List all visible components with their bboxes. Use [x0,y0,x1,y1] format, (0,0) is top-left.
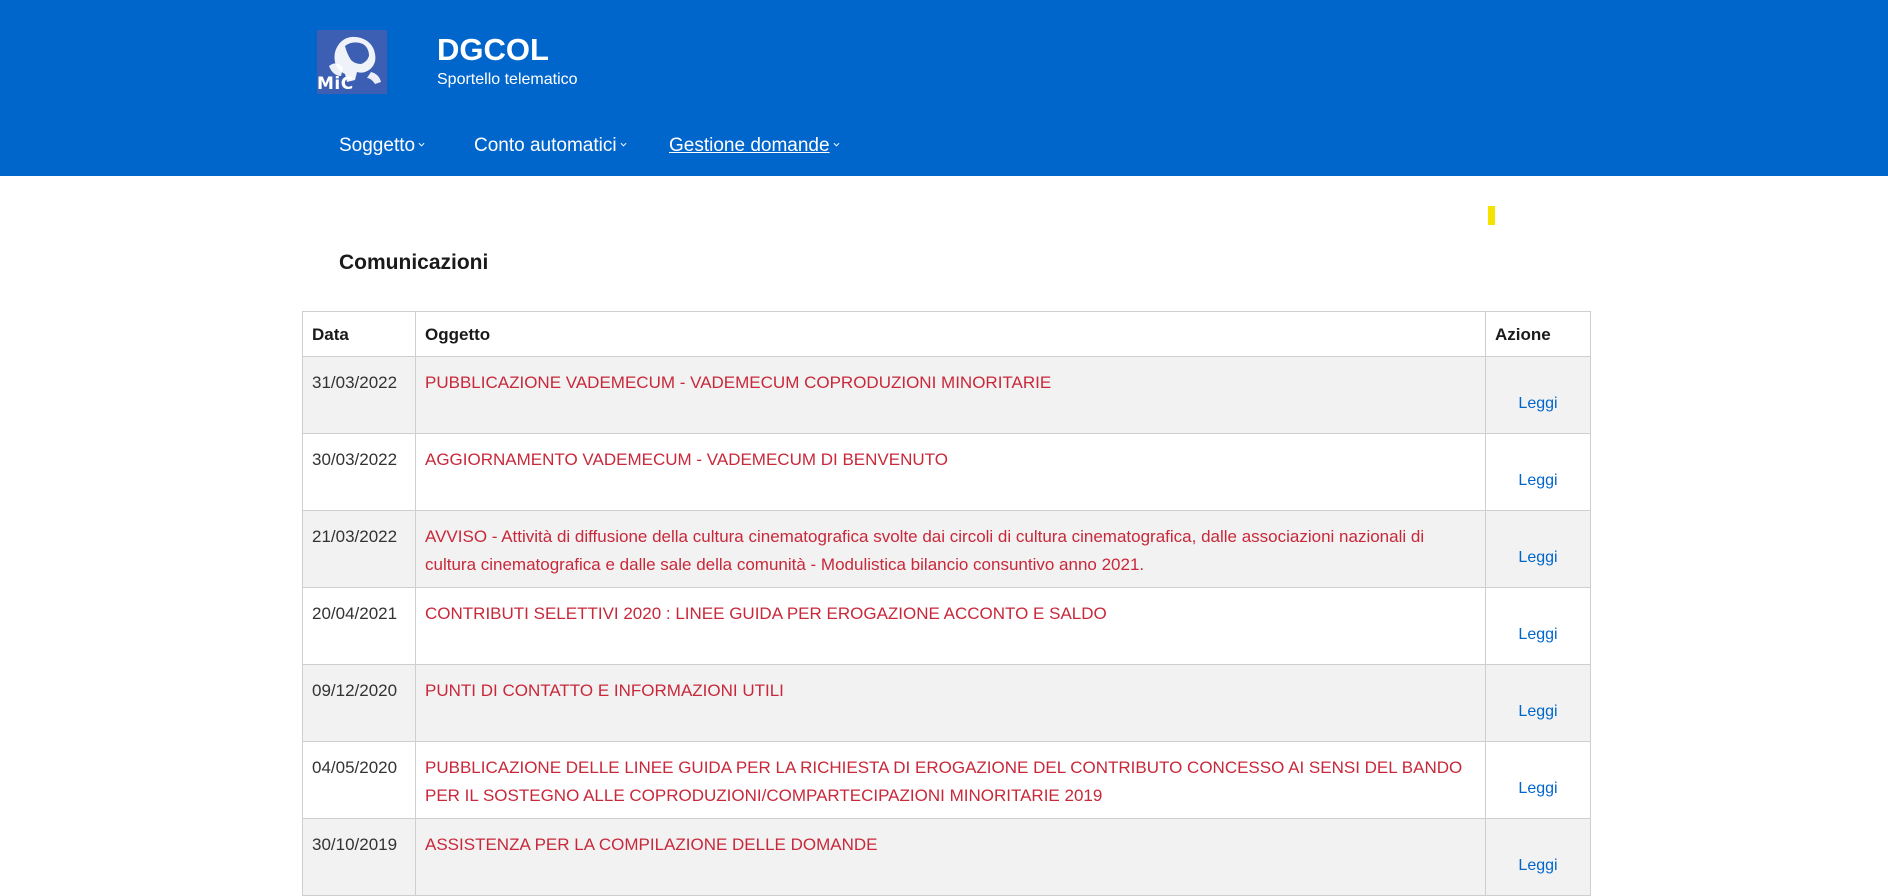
read-link[interactable]: Leggi [1518,626,1557,643]
column-header-date: Data [302,311,416,357]
table-row: 30/03/2022 AGGIORNAMENTO VADEMECUM - VAD… [302,433,1591,511]
row-action: Leggi [1485,818,1591,896]
row-date: 04/05/2020 [302,741,416,819]
table-row: 04/05/2020 PUBBLICAZIONE DELLE LINEE GUI… [302,741,1591,819]
read-link[interactable]: Leggi [1518,472,1557,489]
read-link[interactable]: Leggi [1518,703,1557,720]
site-header: MiC DGCOL Sportello telematico Soggetto … [0,0,1888,176]
row-subject: AGGIORNAMENTO VADEMECUM - VADEMECUM DI B… [415,433,1486,511]
column-header-subject: Oggetto [415,311,1486,357]
row-subject: ASSISTENZA PER LA COMPILAZIONE DELLE DOM… [415,818,1486,896]
chevron-down-icon [418,142,425,147]
nav-item-conto-automatici[interactable]: Conto automatici [474,132,627,160]
table-row: 31/03/2022 PUBBLICAZIONE VADEMECUM - VAD… [302,356,1591,434]
table-row: 20/04/2021 CONTRIBUTI SELETTIVI 2020 : L… [302,587,1591,665]
table-row: 21/03/2022 AVVISO - Attività di diffusio… [302,510,1591,588]
row-subject: PUNTI DI CONTATTO E INFORMAZIONI UTILI [415,664,1486,742]
row-subject: CONTRIBUTI SELETTIVI 2020 : LINEE GUIDA … [415,587,1486,665]
logo-label: MiC [317,74,354,94]
row-subject: PUBBLICAZIONE VADEMECUM - VADEMECUM COPR… [415,356,1486,434]
read-link[interactable]: Leggi [1518,395,1557,412]
row-action: Leggi [1485,433,1591,511]
read-link[interactable]: Leggi [1518,549,1557,566]
row-action: Leggi [1485,356,1591,434]
chevron-down-icon [620,142,627,147]
row-date: 30/03/2022 [302,433,416,511]
nav-item-gestione-domande[interactable]: Gestione domande [669,132,840,160]
site-title[interactable]: DGCOL [437,30,549,70]
row-action: Leggi [1485,510,1591,588]
site-subtitle: Sportello telematico [437,71,578,88]
row-subject: PUBBLICAZIONE DELLE LINEE GUIDA PER LA R… [415,741,1486,819]
row-date: 30/10/2019 [302,818,416,896]
row-date: 09/12/2020 [302,664,416,742]
main-navigation: Soggetto Conto automatici Gestione doman… [0,132,1888,162]
row-action: Leggi [1485,664,1591,742]
focus-marker [1488,206,1495,225]
page-title: Comunicazioni [339,251,489,274]
nav-item-label: Gestione domande [669,135,830,156]
row-date: 20/04/2021 [302,587,416,665]
row-action: Leggi [1485,587,1591,665]
table-header-row: Data Oggetto Azione [302,311,1591,357]
row-date: 21/03/2022 [302,510,416,588]
nav-item-soggetto[interactable]: Soggetto [339,132,425,160]
communications-table: Data Oggetto Azione 31/03/2022 PUBBLICAZ… [302,311,1591,896]
nav-item-label: Soggetto [339,135,416,156]
row-action: Leggi [1485,741,1591,819]
row-subject: AVVISO - Attività di diffusione della cu… [415,510,1486,588]
nav-item-label: Conto automatici [474,135,617,156]
table-row: 30/10/2019 ASSISTENZA PER LA COMPILAZION… [302,818,1591,896]
chevron-down-icon [833,142,840,147]
mic-logo[interactable]: MiC [317,30,387,94]
read-link[interactable]: Leggi [1518,857,1557,874]
row-date: 31/03/2022 [302,356,416,434]
communications-table-wrapper: Data Oggetto Azione 31/03/2022 PUBBLICAZ… [302,311,1591,896]
table-row: 09/12/2020 PUNTI DI CONTATTO E INFORMAZI… [302,664,1591,742]
column-header-action: Azione [1485,311,1591,357]
read-link[interactable]: Leggi [1518,780,1557,797]
